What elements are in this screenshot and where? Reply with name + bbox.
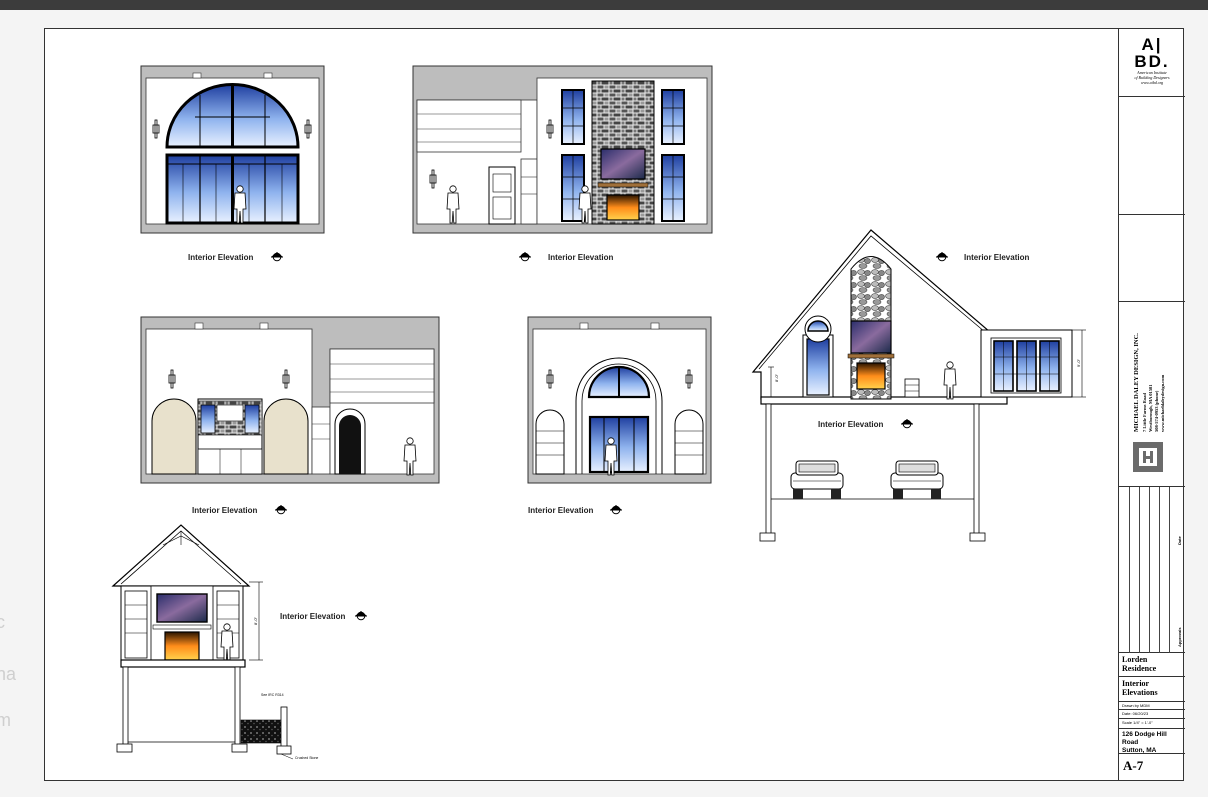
background-text: m [0, 710, 11, 730]
elevation-label: Interior Elevation [964, 253, 1029, 262]
section-symbol-icon [900, 418, 914, 429]
section-symbol-icon [609, 504, 623, 515]
firm-address: Westborough, MA 01581 [1148, 384, 1153, 432]
elevations-drawing: 8'-0" 9'-0" See IRC R314 Crushed Stone 8… [111, 65, 1086, 760]
elevation-5-drawing: 8'-0" 9'-0" [751, 229, 1086, 542]
section-symbol-icon [270, 251, 284, 262]
sheet-title: Interior Elevations [1122, 679, 1158, 697]
dimension-label: 8'-0" [774, 373, 779, 382]
firm-name: MICHAEL DALEY DESIGN, INC. [1133, 333, 1140, 432]
approvals-header: Approvals [1177, 627, 1182, 647]
drawn-by-row: Drawn by MDM [1119, 702, 1185, 710]
date-header: Date [1177, 536, 1182, 545]
elevation-label: Interior Elevation [280, 612, 345, 621]
drawing-date: Date: 06/20/23 [1122, 711, 1149, 716]
section-note: See IRC R314 [261, 693, 284, 697]
background-text: na [0, 664, 17, 684]
elevation-1-drawing [140, 65, 325, 234]
project-name-block: Lorden Residence [1119, 653, 1185, 677]
elevation-label: Interior Elevation [818, 420, 883, 429]
drawing-sheet: 8'-0" 9'-0" See IRC R314 Crushed Stone 8… [44, 28, 1185, 781]
project-address: 126 Dodge Hill Road Sutton, MA [1122, 731, 1167, 754]
logo-line-2: BD. [1134, 52, 1170, 71]
section-note: Crushed Stone [295, 756, 318, 760]
elevation-label: Interior Elevation [548, 253, 613, 262]
background-text: c [0, 612, 5, 632]
logo-subtitle: www.aibd.org [1140, 80, 1164, 85]
elevation-2-drawing [412, 65, 713, 234]
firm-phone: 508-574-0953 (phone) [1154, 390, 1159, 432]
aibd-logo: A| BD. American Institute of Building De… [1119, 29, 1185, 97]
sheet-title-block: Interior Elevations [1119, 677, 1185, 702]
elevation-4-drawing [527, 316, 712, 484]
drawing-scale: Scale 1/4" = 1'-0" [1122, 720, 1153, 725]
elevation-3-drawing [140, 316, 440, 484]
elevation-label: Interior Elevation [528, 506, 593, 515]
dimension-label: 9'-0" [1076, 358, 1081, 367]
date-row: Date: 06/20/23 [1119, 710, 1185, 719]
section-symbol-icon [354, 610, 368, 621]
drawn-by: Drawn by MDM [1122, 703, 1150, 708]
section-symbol-icon [935, 251, 949, 262]
title-block: A| BD. American Institute of Building De… [1118, 29, 1185, 780]
section-symbol-icon [274, 504, 288, 515]
sheet-number: A-7 [1123, 758, 1144, 773]
dimension-label: 8'-0" [253, 616, 258, 625]
sheet-number-block: A-7 [1119, 754, 1185, 780]
title-block-blank [1119, 97, 1185, 215]
logo-line-1: A| [1141, 35, 1163, 54]
firm-block: MICHAEL DALEY DESIGN, INC. 7 Little Farm… [1119, 302, 1185, 487]
section-symbol-icon [518, 251, 532, 262]
title-block-blank [1119, 215, 1185, 302]
firm-website: www.michaeldaleydesign.com [1160, 374, 1165, 432]
project-name: Lorden Residence [1122, 655, 1157, 673]
elevation-label: Interior Elevation [188, 253, 253, 262]
firm-address: 7 Little Farms Road [1142, 393, 1147, 432]
revision-block: Date Approvals [1119, 487, 1185, 653]
firm-logo-icon [1133, 442, 1163, 472]
window-top-bar [0, 0, 1208, 10]
elevation-6-drawing: See IRC R314 Crushed Stone 8'-0" [111, 524, 318, 760]
elevation-label: Interior Elevation [192, 506, 257, 515]
address-block: 126 Dodge Hill Road Sutton, MA [1119, 729, 1185, 754]
scale-row: Scale 1/4" = 1'-0" [1119, 719, 1185, 729]
